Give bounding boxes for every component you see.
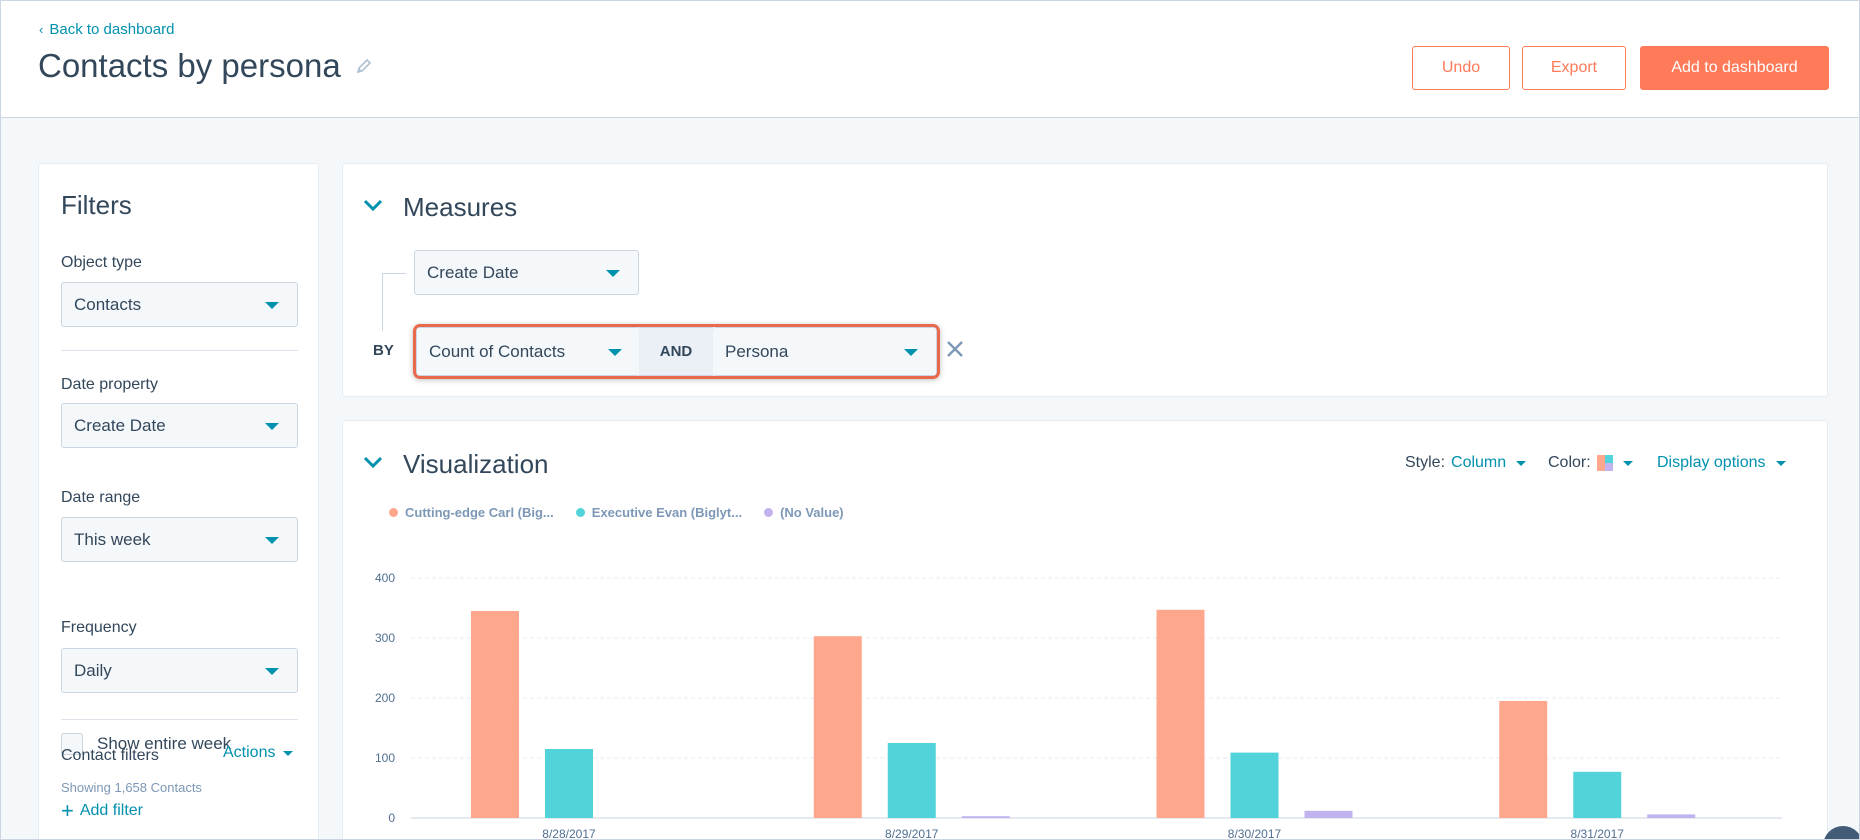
bar-no[interactable]: [961, 816, 1010, 818]
legend-dot: [764, 508, 774, 517]
measures-title: Measures: [403, 192, 518, 222]
add-filter-label: Add filter: [79, 802, 143, 819]
bar-cuttingedge[interactable]: [1499, 701, 1548, 818]
highlight-outline: [413, 324, 940, 379]
caret-down-icon: [1622, 460, 1633, 466]
object-type-select[interactable]: Contacts: [61, 282, 298, 327]
style-value[interactable]: Column: [1451, 454, 1506, 472]
tree-connector: [382, 273, 406, 274]
style-label: Style:: [1405, 454, 1446, 471]
add-to-dashboard-button[interactable]: Add to dashboard: [1640, 46, 1829, 90]
y-tick-label: 300: [375, 631, 395, 645]
caret-down-icon: [265, 301, 279, 309]
plus-icon: +: [61, 798, 74, 823]
bar-executive[interactable]: [1230, 752, 1279, 818]
legend-dot: [389, 508, 398, 517]
chevron-left-icon: ‹: [39, 22, 44, 37]
bar-executive[interactable]: [545, 749, 593, 818]
y-tick-label: 200: [375, 691, 395, 705]
date-property-value: Create Date: [74, 415, 166, 435]
divider: [61, 350, 298, 351]
frequency-select[interactable]: Daily: [61, 648, 298, 693]
visualization-title: Visualization: [403, 449, 549, 479]
y-tick-label: 100: [375, 751, 395, 765]
date-range-select[interactable]: This week: [61, 517, 298, 562]
y-tick-label: 400: [375, 571, 395, 585]
x-tick-label: 8/28/2017: [542, 827, 596, 840]
report-builder-window: ‹ Back to dashboard Contacts by persona …: [0, 0, 1860, 840]
frequency-value: Daily: [74, 660, 112, 680]
legend-item-carl[interactable]: Cutting-edge Carl (Big...: [389, 505, 554, 520]
date-range-label: Date range: [61, 489, 141, 506]
y-tick-label: 0: [388, 811, 395, 825]
style-control[interactable]: Style: Column: [1405, 454, 1527, 472]
object-type-label: Object type: [61, 254, 142, 271]
bar-no[interactable]: [1647, 814, 1696, 818]
date-property-label: Date property: [61, 376, 158, 393]
caret-down-icon: [1775, 460, 1786, 466]
close-icon[interactable]: [943, 337, 967, 361]
contact-filters-label: Contact filters: [61, 747, 159, 764]
date-property-select[interactable]: Create Date: [61, 403, 298, 448]
showing-count: Showing 1,658 Contacts: [61, 780, 202, 795]
bar-cuttingedge[interactable]: [471, 611, 519, 818]
color-control[interactable]: Color:: [1548, 454, 1633, 472]
caret-down-icon: [265, 667, 279, 675]
measures-card: Measures Create Date BY Count of Contact…: [342, 163, 1828, 397]
color-label: Color:: [1548, 454, 1591, 471]
bar-cuttingedge[interactable]: [1156, 609, 1205, 818]
caret-down-icon: [283, 750, 294, 756]
palette-swatch-icon: [1596, 455, 1613, 471]
back-link-label: Back to dashboard: [49, 21, 175, 38]
filters-panel: Filters Object type Contacts Date proper…: [38, 163, 319, 839]
x-tick-label: 8/30/2017: [1228, 827, 1282, 840]
tree-connector: [382, 273, 383, 331]
page-title: Contacts by persona: [38, 47, 373, 85]
x-tick-label: 8/29/2017: [885, 827, 939, 840]
dimension-value: Create Date: [427, 262, 519, 282]
legend-dot: [575, 508, 585, 517]
edit-pencil-icon[interactable]: [355, 57, 373, 75]
x-tick-label: 8/31/2017: [1571, 827, 1625, 840]
date-range-value: This week: [74, 529, 151, 549]
add-filter-button[interactable]: + Add filter: [61, 798, 143, 823]
divider: [61, 719, 298, 720]
page-header: ‹ Back to dashboard Contacts by persona …: [1, 1, 1859, 118]
bar-executive[interactable]: [1573, 771, 1622, 818]
object-type-value: Contacts: [74, 294, 142, 314]
caret-down-icon: [606, 269, 620, 277]
chevron-down-icon[interactable]: [363, 198, 383, 212]
legend-item-no-value[interactable]: (No Value): [764, 505, 844, 520]
legend-label: Executive Evan (Biglyt...: [591, 505, 743, 520]
bar-executive[interactable]: [887, 743, 936, 818]
display-options-label[interactable]: Display options: [1657, 454, 1766, 472]
visualization-card: Visualization Style: Column Color: Displ…: [342, 420, 1828, 840]
chevron-down-icon[interactable]: [363, 455, 383, 469]
back-to-dashboard-link[interactable]: ‹ Back to dashboard: [39, 21, 174, 38]
chart-legend: Cutting-edge Carl (Big... Executive Evan…: [389, 505, 844, 520]
caret-down-icon: [1516, 460, 1527, 466]
caret-down-icon: [265, 536, 279, 544]
legend-item-evan[interactable]: Executive Evan (Biglyt...: [575, 505, 743, 520]
by-label: BY: [373, 342, 394, 359]
export-button[interactable]: Export: [1522, 46, 1626, 90]
frequency-label: Frequency: [61, 619, 137, 636]
actions-dropdown[interactable]: Actions: [223, 744, 294, 762]
filters-title: Filters: [61, 190, 132, 220]
undo-button[interactable]: Undo: [1412, 46, 1510, 90]
display-options-control[interactable]: Display options: [1657, 454, 1786, 472]
dimension-select[interactable]: Create Date: [414, 250, 639, 295]
legend-label: (No Value): [780, 505, 844, 520]
page-title-text: Contacts by persona: [38, 47, 341, 84]
bar-cuttingedge[interactable]: [813, 636, 862, 818]
actions-label: Actions: [223, 744, 276, 761]
caret-down-icon: [265, 422, 279, 430]
bar-no[interactable]: [1304, 810, 1353, 818]
column-chart: 0 100 200 300 400 8/28/2017 8/29/2017 8/30/2017…: [375, 571, 1782, 840]
legend-label: Cutting-edge Carl (Big...: [405, 505, 554, 520]
